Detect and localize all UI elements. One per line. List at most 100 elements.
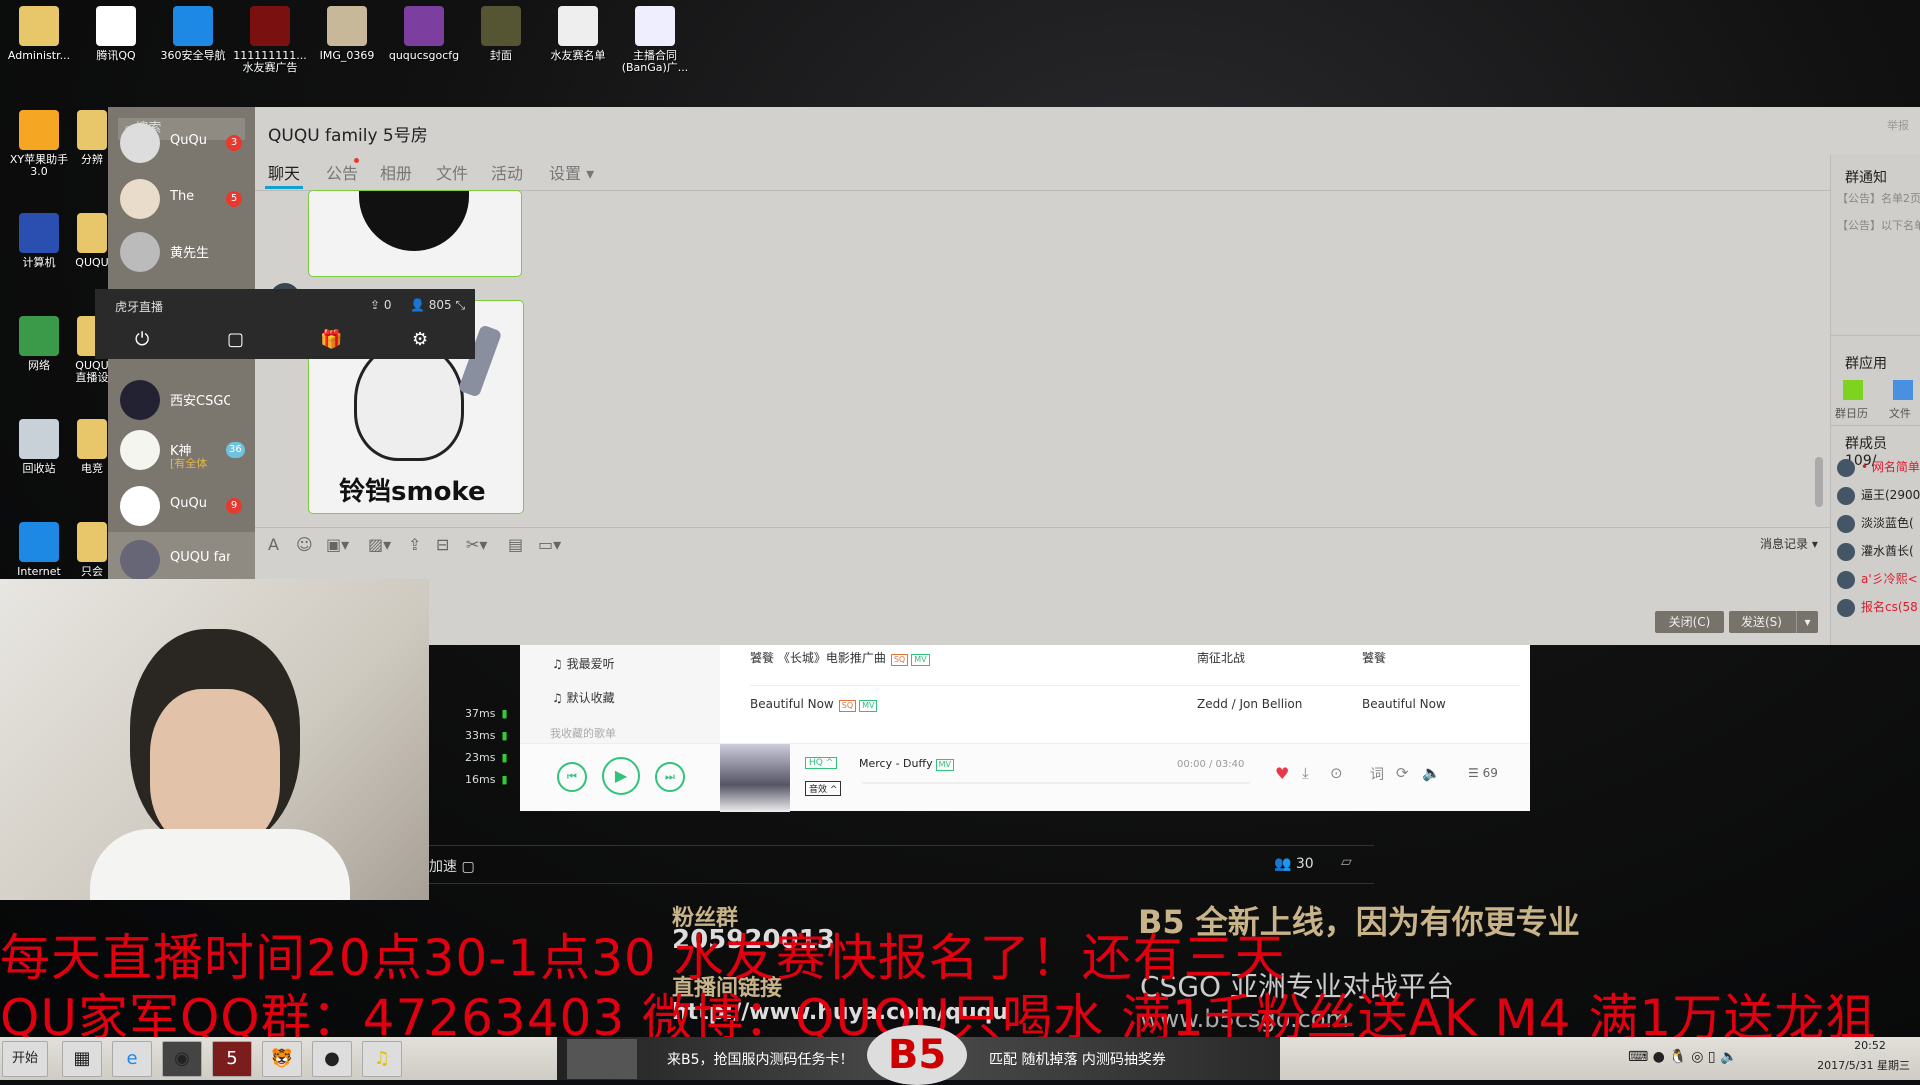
power-icon[interactable]: ⏻ (135, 329, 149, 350)
sound-effect-selector[interactable]: 音效 ^ (805, 781, 842, 796)
desktop-icon[interactable]: Internet (0, 522, 78, 578)
desktop-icon[interactable]: 水友赛名单 (539, 6, 617, 62)
clock-time[interactable]: 20:52 (1840, 1039, 1900, 1052)
desktop-icon[interactable]: 电竞 (72, 419, 112, 475)
accelerate-toggle[interactable]: 加速 ▢ (429, 856, 475, 876)
chat-bubble-icon[interactable]: ▭▾ (538, 535, 561, 554)
member-item[interactable]: 报名cs(58 (1837, 598, 1918, 617)
scissors-icon[interactable]: ✂▾ (466, 535, 487, 554)
member-item[interactable]: 灌水酋长( (1837, 542, 1914, 561)
close-button[interactable]: 关闭(C) (1655, 611, 1724, 633)
tab-item[interactable]: 活动 (491, 160, 523, 184)
desktop-icon[interactable]: XY苹果助手 3.0 (0, 110, 78, 178)
member-item[interactable]: 淡淡蓝色( (1837, 514, 1914, 533)
progress-track[interactable] (862, 782, 1250, 784)
tab-item[interactable]: 设置 ▾ (549, 160, 594, 184)
song-title[interactable]: 饕餮 《长城》电影推广曲 SQ MV (750, 649, 930, 666)
desktop-icon[interactable]: 只会 (72, 522, 112, 578)
image-icon[interactable]: ▨▾ (368, 535, 391, 554)
next-track-button[interactable]: ⏭ (655, 762, 685, 792)
font-icon[interactable]: A (268, 535, 279, 554)
taskbar-app-qqmusic[interactable]: ♫ (362, 1041, 402, 1077)
start-button[interactable]: 开始 (2, 1041, 48, 1077)
desktop-icon[interactable]: 腾讯QQ (77, 6, 155, 62)
playlist-default[interactable]: ♫ 默认收藏 (552, 689, 615, 706)
tray-icons[interactable]: ⌨ ● 🐧 ◎ ▯ 🔈 (1628, 1049, 1737, 1065)
taskbar-app-csgo[interactable]: ◉ (162, 1041, 202, 1077)
notice-item[interactable]: 【公告】名单2页 (1837, 190, 1920, 206)
mv-badge[interactable]: MV (935, 759, 954, 771)
more-icon[interactable]: ⊙ (1330, 764, 1343, 782)
upload-icon[interactable]: ⇪ (408, 535, 421, 554)
previous-track-button[interactable]: ⏮ (557, 762, 587, 792)
desktop-icon[interactable]: 360安全导航 (154, 6, 232, 62)
taskbar-app-control-panel[interactable]: ▦ (62, 1041, 102, 1077)
gift-icon[interactable]: 🎁 (320, 329, 342, 350)
collected-playlists-header[interactable]: 我收藏的歌单 (550, 725, 616, 741)
like-heart-icon[interactable]: ♥ (1275, 764, 1289, 783)
repeat-icon[interactable]: ⟳ (1396, 764, 1409, 782)
play-button[interactable]: ▶ (602, 757, 640, 795)
contact-item[interactable]: QuQu 9 (108, 478, 255, 534)
taskbar-app-b5[interactable]: 5 (212, 1041, 252, 1077)
report-link[interactable]: 举报 (1887, 117, 1909, 133)
desktop-icon[interactable]: 主播合同 (BanGa)广... (616, 6, 694, 74)
notice-item[interactable]: 【公告】以下名单 (1837, 217, 1920, 233)
desktop-icon[interactable]: 回收站 (0, 419, 78, 475)
album-cover[interactable] (720, 744, 790, 812)
song-album[interactable]: 饕餮 (1362, 649, 1386, 666)
desktop-icon[interactable]: Administr... (0, 6, 78, 62)
comment-icon[interactable]: ▱ (1341, 854, 1352, 870)
desktop-icon[interactable]: 111111111... 水友赛广告 (231, 6, 309, 74)
member-item[interactable]: a'彡冷熙< (1837, 570, 1918, 589)
folder-icon[interactable] (1893, 380, 1913, 400)
tab-item[interactable]: 聊天 (268, 160, 300, 184)
settings-icon[interactable]: ⚙ (412, 329, 428, 350)
song-artist[interactable]: Zedd / Jon Bellion (1197, 697, 1302, 711)
desktop-icon[interactable]: IMG_0369 (308, 6, 386, 62)
gif-icon[interactable]: ▣▾ (326, 535, 349, 554)
contact-item[interactable]: K神 [有全体 36 (108, 422, 255, 478)
playlist-button[interactable]: ☰ 69 (1468, 766, 1498, 780)
taskbar-app-ie[interactable]: e (112, 1041, 152, 1077)
document-icon[interactable]: ▤ (508, 535, 523, 554)
send-button[interactable]: 发送(S) ▾ (1729, 611, 1818, 633)
taskbar-app-obs[interactable]: ● (312, 1041, 352, 1077)
tab-item[interactable]: 文件 (436, 160, 468, 184)
download-icon[interactable]: ⤓ (1302, 764, 1309, 782)
song-artist[interactable]: 南征北战 (1197, 649, 1245, 666)
mv-badge[interactable]: MV (911, 654, 930, 666)
message-history-button[interactable]: 消息记录 ▾ (1760, 535, 1818, 552)
b5-ad-banner[interactable]: 来B5，抢国服内测码任务卡！ B5 匹配 随机掉落 内测码抽奖券 (557, 1025, 1280, 1085)
contact-item[interactable]: QuQu 3 (108, 115, 255, 171)
sticker-image[interactable] (308, 190, 522, 277)
gift-icon[interactable]: ⊟ (436, 535, 449, 554)
song-album[interactable]: Beautiful Now (1362, 697, 1446, 711)
mv-badge[interactable]: MV (859, 700, 878, 712)
member-item[interactable]: • 网名简单 (1837, 458, 1920, 477)
desktop-icon[interactable]: 计算机 (0, 213, 78, 269)
tab-item[interactable]: 公告 (326, 160, 358, 184)
desktop-icon[interactable]: ququcsgocfg (385, 6, 463, 62)
playlist-favorites[interactable]: ♫ 我最爱听 (552, 655, 615, 672)
chat-scrollbar[interactable] (1815, 457, 1823, 507)
lyrics-icon[interactable]: 词 (1370, 764, 1384, 784)
desktop-icon[interactable]: 网络 (0, 316, 78, 372)
song-title[interactable]: Beautiful Now SQ MV (750, 697, 878, 712)
chat-icon[interactable]: ▢ (227, 329, 244, 350)
contact-item[interactable]: 西安CSGO (108, 372, 255, 428)
contact-item[interactable]: The 5 (108, 171, 255, 227)
quality-selector[interactable]: HQ ^ (805, 757, 838, 769)
emoji-icon[interactable]: ☺ (296, 535, 313, 554)
desktop-icon[interactable]: 分辨 (72, 110, 112, 166)
taskbar-app-huya[interactable]: 🐯 (262, 1041, 302, 1077)
calendar-icon[interactable] (1843, 380, 1863, 400)
contact-item[interactable]: 黄先生 (108, 224, 255, 280)
desktop-icon[interactable]: 封面 (462, 6, 540, 62)
send-options-dropdown[interactable]: ▾ (1796, 611, 1818, 633)
desktop-icon[interactable]: QUQU (72, 213, 112, 269)
clock-date[interactable]: 2017/5/31 星期三 (1800, 1057, 1910, 1073)
member-item[interactable]: 逼王(2900 (1837, 486, 1920, 505)
tab-item[interactable]: 相册 (380, 160, 412, 184)
volume-icon[interactable]: 🔈 (1422, 764, 1441, 782)
